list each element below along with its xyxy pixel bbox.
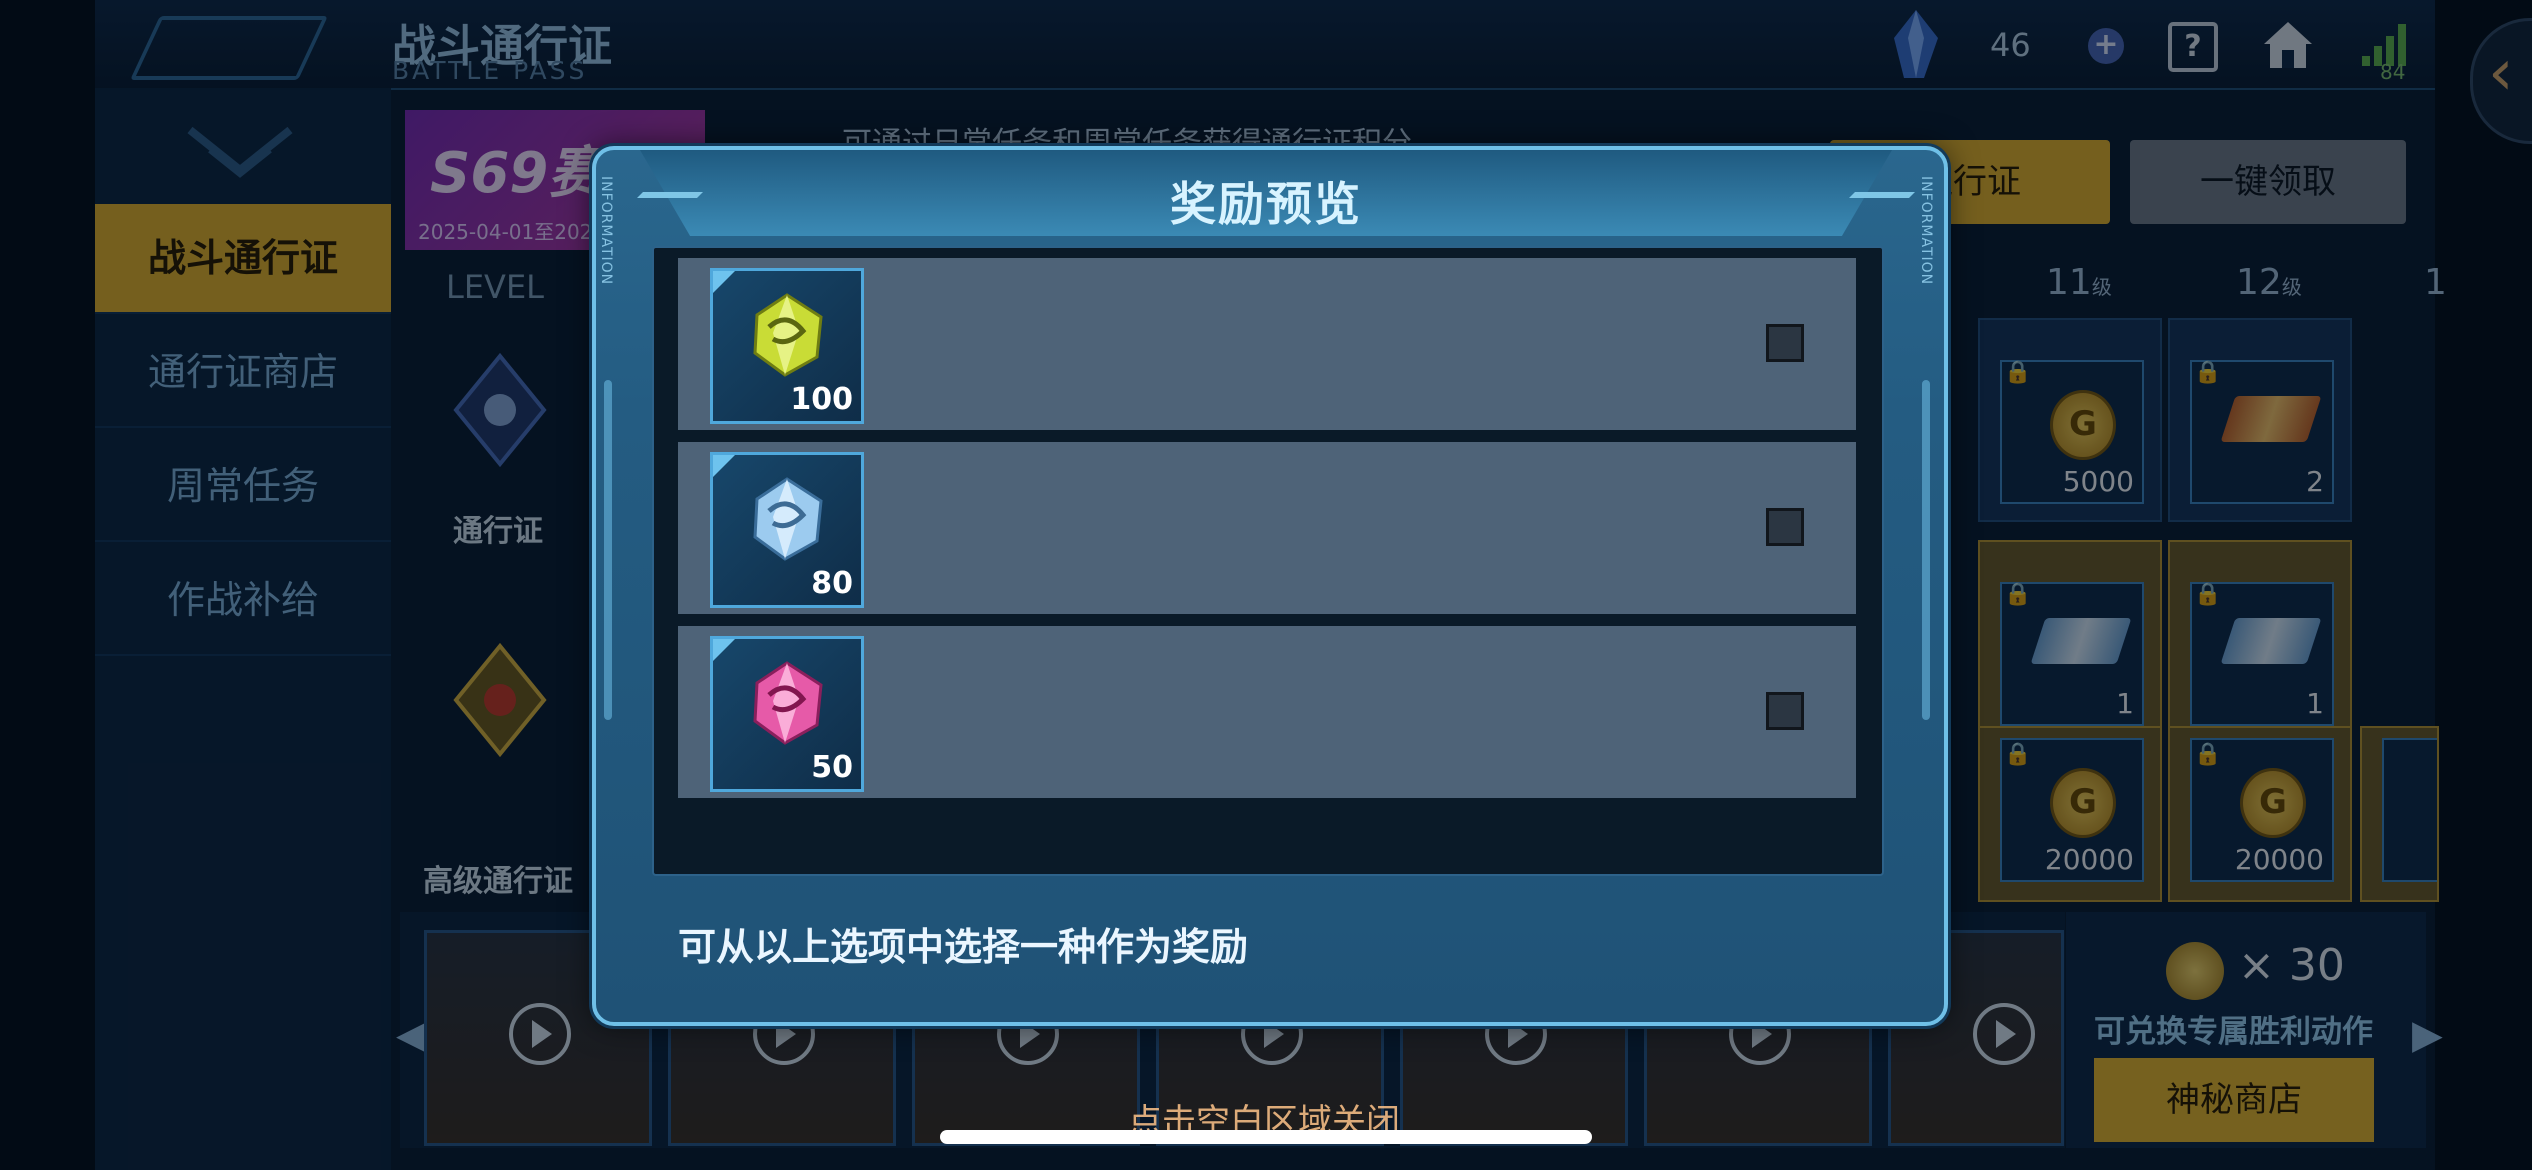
reward-qty: 100 [790, 382, 853, 417]
reward-qty: 80 [811, 566, 853, 601]
blue-crystal-icon [753, 477, 823, 561]
information-side-label: INFORMATION [598, 176, 614, 286]
reward-checkbox[interactable] [1766, 508, 1804, 546]
information-side-label: INFORMATION [1918, 176, 1934, 286]
reward-checkbox[interactable] [1766, 692, 1804, 730]
reward-icon-frame: 100 [710, 268, 864, 424]
header-stripe-decoration [657, 192, 703, 198]
dialog-rail-decoration [604, 380, 612, 720]
reward-qty: 50 [811, 750, 853, 785]
pink-crystal-icon [753, 661, 823, 745]
dialog-hint-text: 可从以上选项中选择一种作为奖励 [678, 925, 1249, 969]
reward-option[interactable]: 100 [678, 258, 1856, 430]
reward-option[interactable]: 50 [678, 626, 1856, 798]
reward-checkbox[interactable] [1766, 324, 1804, 362]
reward-icon-frame: 50 [710, 636, 864, 792]
home-indicator-bar[interactable] [940, 1130, 1592, 1144]
dialog-rail-decoration [1922, 380, 1930, 720]
reward-icon-frame: 80 [710, 452, 864, 608]
yellow-crystal-icon [753, 293, 823, 377]
dialog-title: 奖励预览 [1170, 177, 1362, 231]
header-stripe-decoration [1869, 192, 1915, 198]
reward-option[interactable]: 80 [678, 442, 1856, 614]
